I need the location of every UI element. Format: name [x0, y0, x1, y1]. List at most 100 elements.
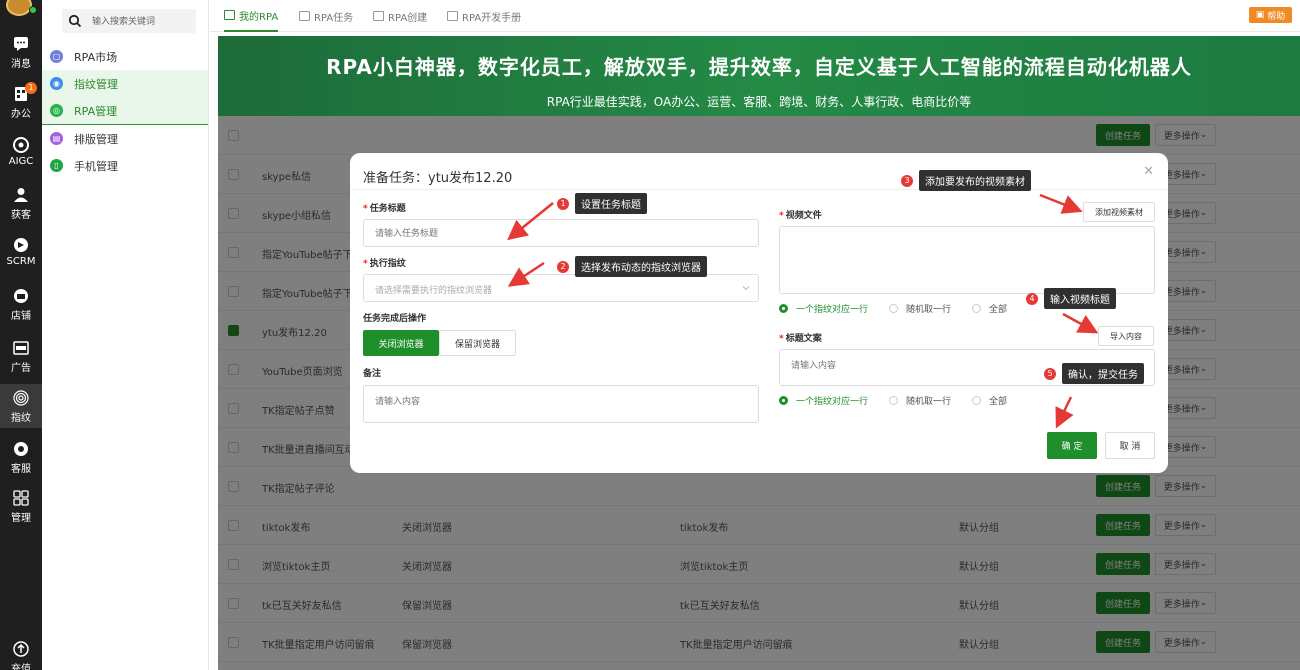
- help-button[interactable]: ▣ 帮助: [1249, 7, 1292, 23]
- tab-rpa-task[interactable]: RPA任务: [299, 0, 353, 32]
- rail-item-message[interactable]: 消息: [0, 36, 42, 70]
- secondary-sidebar: 输入搜索关键词 ▢ RPA市场 ◉ 指纹管理 ◎ RPA管理 ▤ 排版管理 ▯ …: [42, 0, 209, 670]
- rail-label: 获客: [11, 210, 31, 221]
- help-label: 帮助: [1267, 11, 1286, 22]
- rail-item-ads[interactable]: 广告: [0, 340, 42, 374]
- task-title-input[interactable]: [363, 219, 759, 247]
- fingerprint-label: * 执行指纹: [363, 259, 406, 269]
- scrm-icon: [14, 238, 28, 252]
- radio-random[interactable]: 随机取一行: [889, 302, 951, 315]
- radio-one-per-fingerprint[interactable]: 一个指纹对应一行: [779, 394, 868, 407]
- sidebar-search[interactable]: 输入搜索关键词: [62, 9, 196, 33]
- user-acquire-icon: [14, 188, 28, 202]
- sidebar-item-layout-manage[interactable]: ▤ 排版管理: [42, 125, 208, 152]
- add-video-button[interactable]: 添加视频素材: [1083, 202, 1155, 222]
- callout-number: 5: [1044, 367, 1056, 380]
- radio-all[interactable]: 全部: [972, 302, 1007, 315]
- close-browser-button[interactable]: 关闭浏览器: [363, 330, 439, 356]
- sidebar-item-fingerprint-manage[interactable]: ◉ 指纹管理: [42, 70, 208, 97]
- store-icon: [14, 289, 28, 303]
- online-status-dot: [29, 6, 37, 14]
- cancel-button[interactable]: 取 消: [1105, 432, 1155, 459]
- rail-label: 客服: [11, 464, 31, 475]
- callout-text: 选择发布动态的指纹浏览器: [575, 256, 707, 277]
- close-icon[interactable]: ✕: [1143, 164, 1154, 179]
- rail-item-fingerprint[interactable]: 指纹: [0, 384, 42, 428]
- banner-subtitle: RPA行业最佳实践，OA办公、运营、客服、跨境、财务、人事行政、电商比价等: [546, 95, 972, 109]
- ads-icon: [13, 341, 29, 355]
- confirm-button[interactable]: 确 定: [1047, 432, 1097, 459]
- rpa-manage-icon: ◎: [50, 104, 63, 117]
- caption-label: * 标题文案: [779, 334, 822, 344]
- sidebar-item-rpa-market[interactable]: ▢ RPA市场: [42, 43, 208, 70]
- rpa-market-icon: ▢: [50, 50, 63, 63]
- rail-label: 充值: [11, 664, 31, 670]
- radio-random[interactable]: 随机取一行: [889, 394, 951, 407]
- rail-label: 店铺: [11, 311, 31, 322]
- rail-item-aigc[interactable]: AIGC: [0, 137, 42, 167]
- rail-item-scrm[interactable]: SCRM: [0, 237, 42, 267]
- rail-label: SCRM: [6, 256, 36, 267]
- video-radio-group: 一个指纹对应一行 随机取一行 全部: [779, 302, 1028, 315]
- tab-rpa-create[interactable]: RPA创建: [373, 0, 427, 32]
- left-rail: 消息 1 办公 AIGC 获客 SCRM 店铺 广告 指纹 客服 管理 充值: [0, 0, 42, 670]
- callout-5: 5 确认，提交任务: [1044, 363, 1144, 384]
- tab-rpa-dev-manual[interactable]: RPA开发手册: [447, 0, 521, 32]
- fingerprint-select[interactable]: 请选择需要执行的指纹浏览器: [363, 274, 759, 302]
- prepare-task-dialog: 准备任务：ytu发布12.20 ✕ *任务标题 *执行指纹 请选择需要执行的指纹…: [350, 153, 1168, 473]
- callout-number: 3: [901, 174, 913, 187]
- after-task-label: 任务完成后操作: [363, 314, 427, 324]
- user-avatar[interactable]: [6, 0, 32, 16]
- rail-item-acquire[interactable]: 获客: [0, 187, 42, 221]
- dialog-title: 准备任务：ytu发布12.20: [363, 171, 513, 186]
- keep-browser-button[interactable]: 保留浏览器: [439, 330, 516, 356]
- callout-text: 确认，提交任务: [1062, 363, 1144, 384]
- rail-item-manage[interactable]: 管理: [0, 490, 42, 524]
- rail-item-customer-service[interactable]: 客服: [0, 441, 42, 475]
- tab-icon: [224, 10, 235, 20]
- aigc-icon: [13, 137, 29, 153]
- recharge-icon: [13, 641, 29, 657]
- rail-label: 指纹: [11, 413, 31, 424]
- search-placeholder: 输入搜索关键词: [92, 17, 156, 27]
- remark-label: 备注: [363, 369, 382, 379]
- tab-icon: [373, 11, 384, 21]
- sidebar-item-label: 指纹管理: [74, 77, 118, 91]
- banner-title: RPA小白神器，数字化员工，解放双手，提升效率，自定义基于人工智能的流程自动化机…: [326, 55, 1192, 79]
- fingerprint-manage-icon: ◉: [50, 77, 63, 90]
- callout-text: 输入视频标题: [1044, 288, 1116, 309]
- import-content-button[interactable]: 导入内容: [1098, 326, 1154, 346]
- rail-item-recharge[interactable]: 充值: [0, 641, 42, 670]
- callout-3: 3 添加要发布的视频素材: [901, 170, 1031, 191]
- rail-item-store[interactable]: 店铺: [0, 288, 42, 322]
- customer-service-icon: [14, 442, 28, 456]
- callout-number: 4: [1026, 292, 1038, 305]
- chevron-down-icon: [742, 286, 750, 291]
- callout-1: 1 设置任务标题: [557, 193, 647, 214]
- radio-one-per-fingerprint[interactable]: 一个指纹对应一行: [779, 302, 868, 315]
- rail-item-office[interactable]: 1 办公: [0, 82, 42, 120]
- video-file-textarea[interactable]: [779, 226, 1155, 294]
- callout-text: 设置任务标题: [575, 193, 647, 214]
- sidebar-item-phone-manage[interactable]: ▯ 手机管理: [42, 152, 208, 179]
- rail-label: 管理: [11, 513, 31, 524]
- phone-manage-icon: ▯: [50, 159, 63, 172]
- remark-textarea[interactable]: [363, 385, 759, 423]
- callout-2: 2 选择发布动态的指纹浏览器: [557, 256, 707, 277]
- rail-label: 广告: [11, 363, 31, 374]
- tab-my-rpa[interactable]: 我的RPA: [224, 0, 279, 32]
- notification-badge: 1: [25, 82, 37, 94]
- dialog-divider: [350, 189, 1168, 190]
- sidebar-item-label: RPA管理: [74, 104, 118, 118]
- promo-banner: RPA小白神器，数字化员工，解放双手，提升效率，自定义基于人工智能的流程自动化机…: [218, 36, 1300, 116]
- rail-label: 办公: [11, 109, 31, 120]
- callout-number: 1: [557, 197, 569, 210]
- book-icon: ▣: [1255, 10, 1265, 20]
- rail-label: AIGC: [8, 156, 34, 167]
- radio-all[interactable]: 全部: [972, 394, 1007, 407]
- tab-label: RPA任务: [314, 12, 354, 24]
- tab-label: 我的RPA: [239, 11, 279, 23]
- caption-radio-group: 一个指纹对应一行 随机取一行 全部: [779, 394, 1028, 407]
- rail-label: 消息: [11, 59, 31, 70]
- sidebar-item-rpa-manage[interactable]: ◎ RPA管理: [42, 97, 208, 124]
